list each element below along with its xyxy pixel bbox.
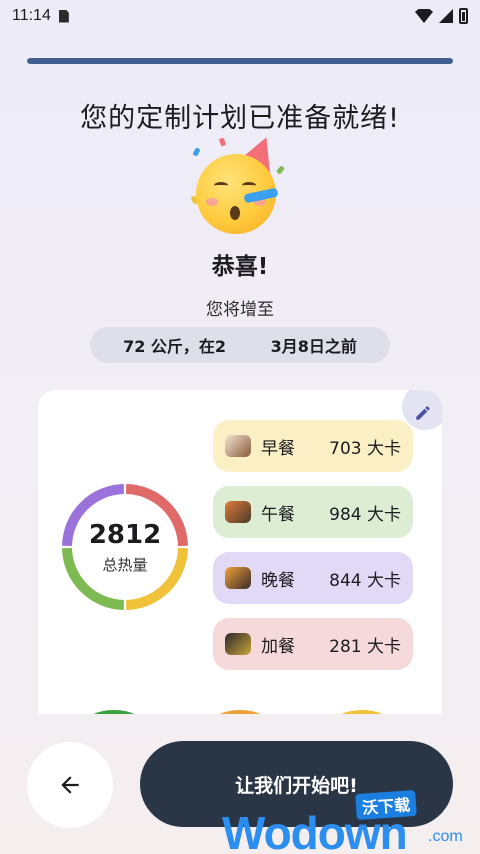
goal-summary-text: 72 公斤，在2 3月8日之前 (123, 337, 357, 356)
breakfast-icon (225, 435, 251, 457)
watermark-logo: Wodown 沃下载 .com (222, 789, 480, 854)
status-icons (415, 8, 468, 24)
arrow-left-icon (61, 776, 79, 794)
calorie-plan-card: 2812 总热量 早餐 703 大卡 午餐 984 大卡 晚餐 844 大卡 加… (38, 390, 442, 714)
meal-breakfast[interactable]: 早餐 703 大卡 (213, 420, 413, 472)
meal-name: 早餐 (261, 438, 295, 459)
wifi-icon (415, 9, 433, 23)
macro-ring-partial (210, 710, 270, 714)
goal-subtitle: 您将增至 (206, 300, 274, 320)
meal-calories: 281 大卡 (329, 636, 401, 657)
meal-snack[interactable]: 加餐 281 大卡 (213, 618, 413, 670)
meal-name: 晚餐 (261, 570, 295, 591)
meal-name: 午餐 (261, 504, 295, 525)
partying-face-icon (190, 130, 292, 234)
sd-card-icon (58, 9, 69, 23)
meal-lunch[interactable]: 午餐 984 大卡 (213, 486, 413, 538)
signal-icon (439, 9, 453, 23)
meal-dinner[interactable]: 晚餐 844 大卡 (213, 552, 413, 604)
back-button[interactable] (27, 742, 113, 828)
onboarding-progress-bar (27, 58, 453, 64)
watermark-badge: 沃下载 (355, 789, 417, 821)
page-title: 您的定制计划已准备就绪! (80, 103, 400, 134)
macro-ring-partial (84, 710, 144, 714)
meal-name: 加餐 (261, 636, 295, 657)
goal-summary-pill: 72 公斤，在2 3月8日之前 (90, 327, 390, 363)
battery-icon (459, 8, 468, 24)
meal-calories: 984 大卡 (329, 504, 401, 525)
snack-icon (225, 633, 251, 655)
dinner-icon (225, 567, 251, 589)
congrats-heading: 恭喜! (211, 254, 269, 280)
edit-pencil-icon (416, 406, 430, 420)
meal-calories: 844 大卡 (329, 570, 401, 591)
progress-fill (27, 58, 453, 64)
meal-calories: 703 大卡 (329, 438, 401, 459)
total-calories-label: 总热量 (102, 555, 148, 574)
total-calories-value: 2812 (88, 519, 162, 550)
lunch-icon (225, 501, 251, 523)
macro-ring-partial (332, 710, 392, 714)
total-calories-ring: 2812 总热量 (58, 480, 192, 614)
status-bar: 11:14 (0, 0, 480, 32)
status-time: 11:14 (12, 7, 51, 24)
watermark-suffix: .com (428, 828, 463, 845)
